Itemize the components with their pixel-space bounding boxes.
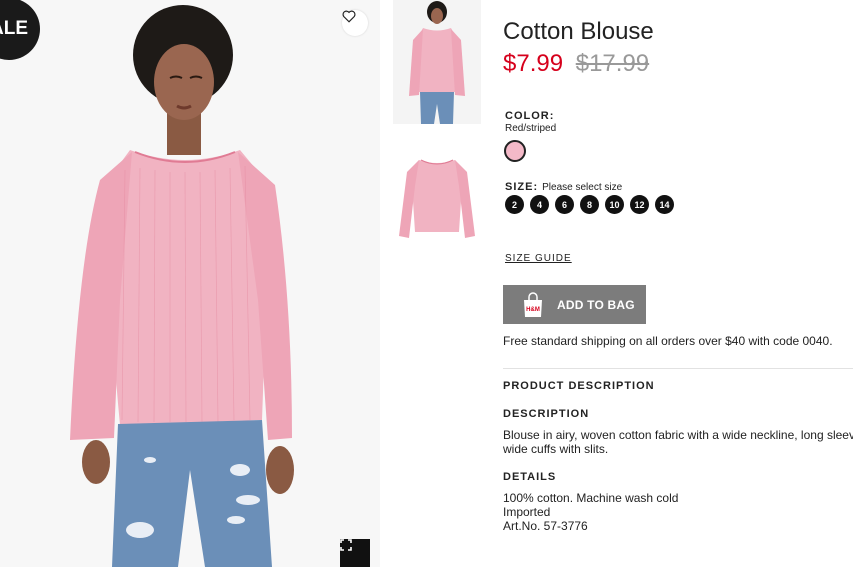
size-option-4[interactable]: 4	[530, 195, 549, 214]
size-option-8[interactable]: 8	[580, 195, 599, 214]
size-label: SIZE:	[505, 181, 539, 193]
description-text: Blouse in airy, woven cotton fabric with…	[503, 428, 853, 456]
size-guide-link[interactable]: SIZE GUIDE	[505, 253, 572, 264]
product-description-heading: PRODUCT DESCRIPTION	[503, 380, 655, 392]
size-option-12[interactable]: 12	[630, 195, 649, 214]
model-illustration	[0, 0, 380, 567]
details-line: Imported	[503, 505, 551, 519]
description-heading: DESCRIPTION	[503, 408, 590, 420]
heart-icon	[342, 10, 356, 23]
size-hint: Please select size	[542, 182, 623, 193]
size-option-6[interactable]: 6	[555, 195, 574, 214]
fullscreen-button[interactable]	[340, 539, 370, 567]
main-product-image[interactable]: ALE	[0, 0, 380, 567]
description-line: wide cuffs with slits.	[503, 442, 609, 456]
divider	[503, 368, 853, 369]
size-option-14[interactable]: 14	[655, 195, 674, 214]
size-option-2[interactable]: 2	[505, 195, 524, 214]
sale-price: $7.99	[503, 50, 564, 77]
size-row: SIZE: Please select size	[505, 177, 622, 195]
color-value: Red/striped	[505, 123, 557, 134]
brand-logo-text: H&M	[526, 307, 540, 313]
thumbnail-model-image	[393, 0, 481, 124]
details-text: 100% cotton. Machine wash cold Imported …	[503, 491, 678, 533]
thumbnail-flat[interactable]	[393, 140, 481, 250]
size-options: 2 4 6 8 10 12 14	[505, 195, 674, 214]
price-row: $7.99 $17.99	[503, 50, 649, 78]
color-label: COLOR:	[505, 110, 555, 122]
details-line: 100% cotton. Machine wash cold	[503, 491, 679, 505]
description-line: Blouse in airy, woven cotton fabric with…	[503, 428, 853, 442]
original-price: $17.99	[575, 50, 650, 77]
color-swatch-red-striped[interactable]	[504, 140, 526, 162]
shipping-info: Free standard shipping on all orders ove…	[503, 334, 833, 348]
thumbnail-flat-image	[393, 140, 481, 250]
favorite-button[interactable]	[342, 10, 368, 36]
add-to-bag-label: ADD TO BAG	[557, 297, 635, 312]
thumbnail-model[interactable]	[393, 0, 481, 124]
expand-icon	[340, 539, 352, 551]
details-line: Art.No. 57-3776	[503, 519, 588, 533]
shopping-bag-icon: H&M	[524, 291, 542, 317]
details-heading: DETAILS	[503, 471, 557, 483]
product-title: Cotton Blouse	[503, 18, 654, 45]
add-to-bag-button[interactable]: H&M ADD TO BAG	[503, 285, 646, 324]
size-option-10[interactable]: 10	[605, 195, 624, 214]
